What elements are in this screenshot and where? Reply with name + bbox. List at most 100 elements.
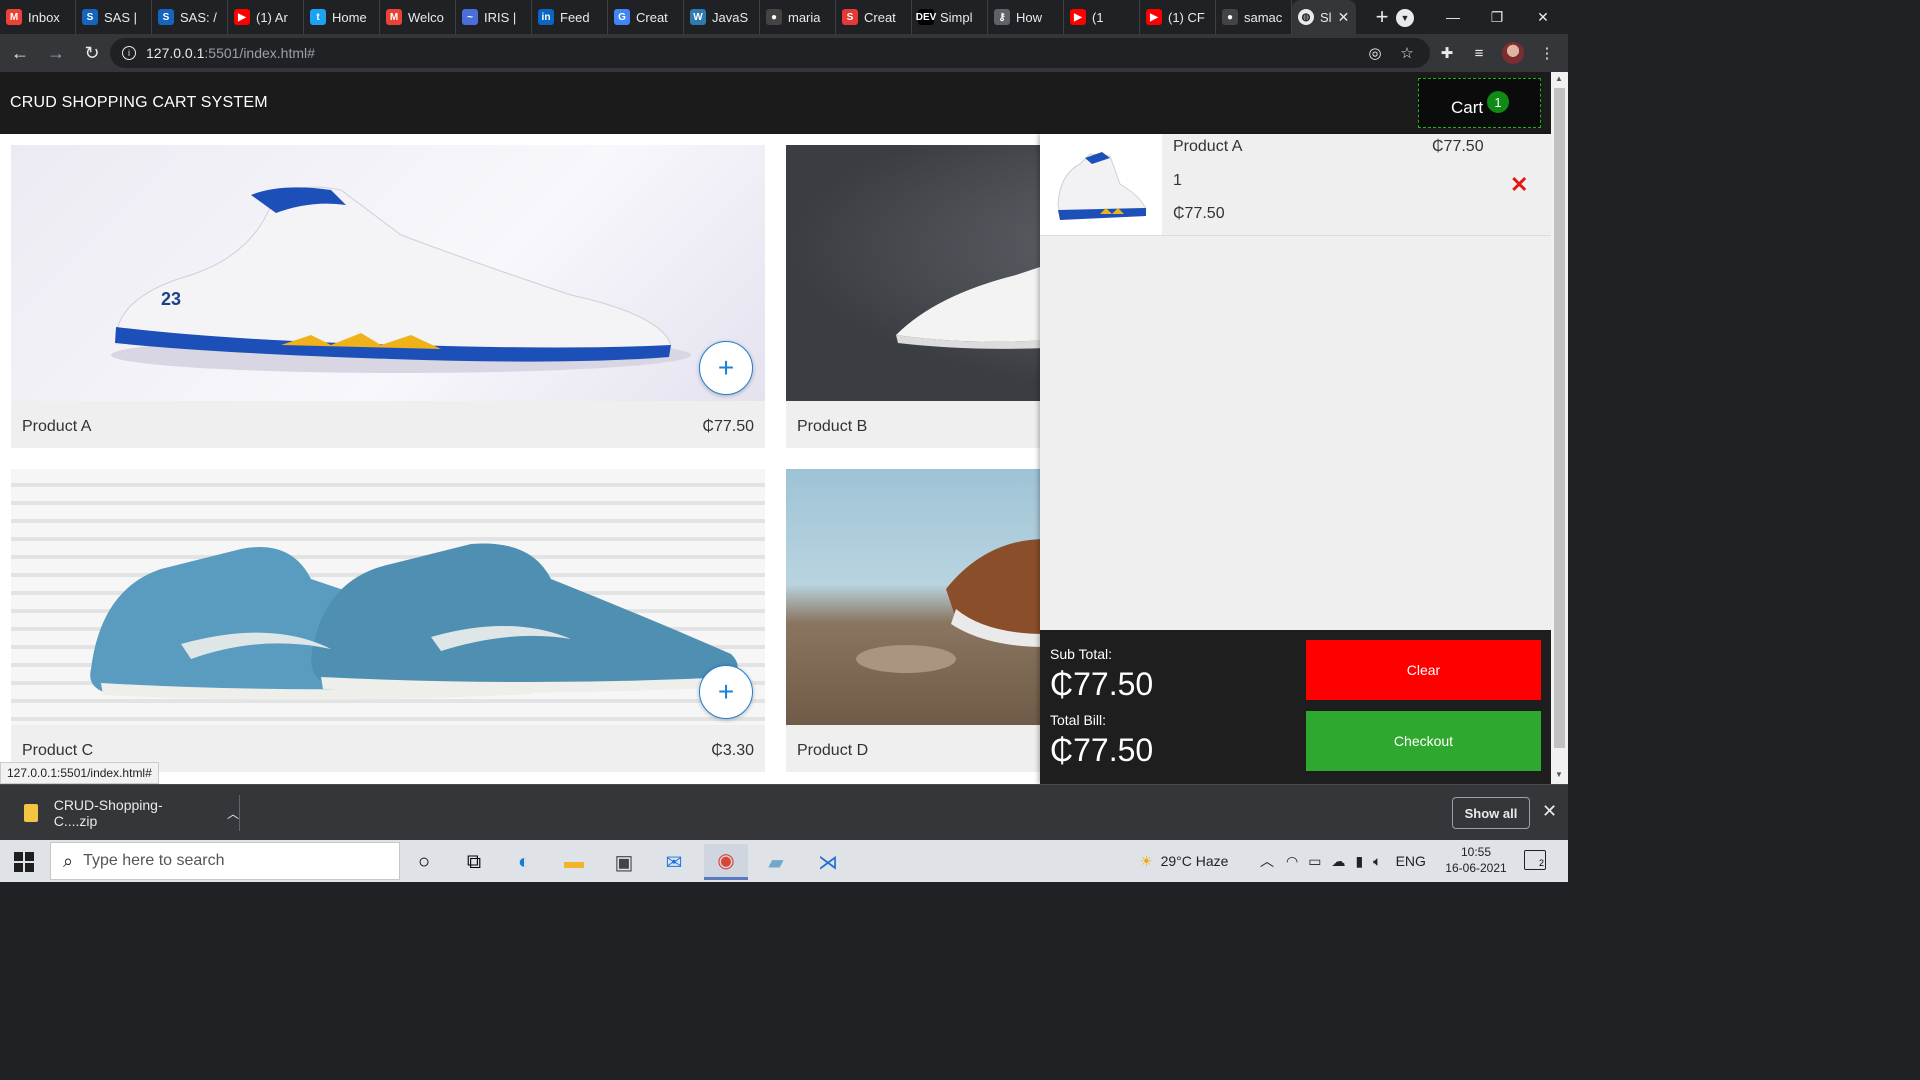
key-icon: ⚷: [994, 9, 1010, 25]
cart-button[interactable]: Cart 1: [1418, 78, 1541, 128]
clear-cart-button[interactable]: Clear: [1306, 640, 1541, 700]
tab[interactable]: S Creat: [836, 0, 912, 34]
task-view-icon[interactable]: ⧉: [452, 844, 496, 880]
onedrive-icon[interactable]: ☁: [1331, 853, 1345, 870]
cart-item-image: [1040, 134, 1162, 235]
tab[interactable]: in Feed: [532, 0, 608, 34]
subtotal-value: ₵77.50: [1050, 666, 1154, 702]
extensions-icon[interactable]: ✚: [1436, 42, 1458, 64]
tab-label: Creat: [864, 9, 896, 25]
scroll-up-icon[interactable]: ▲: [1555, 74, 1563, 83]
product-name: Product A: [22, 418, 92, 435]
scrollbar-thumb[interactable]: [1554, 88, 1565, 748]
twitter-icon: t: [310, 9, 326, 25]
cart-item-price: ₵77.50: [1432, 138, 1484, 155]
show-all-button[interactable]: Show all: [1452, 797, 1530, 829]
tab-active[interactable]: ◍ Sl ✕: [1292, 0, 1356, 34]
search-placeholder: Type here to search: [83, 852, 225, 869]
cart-item-line-total: ₵77.50: [1173, 205, 1225, 222]
clock-time: 10:55: [1460, 845, 1492, 859]
cart-item-quantity[interactable]: 1: [1173, 172, 1182, 190]
gmail-icon: M: [386, 9, 402, 25]
system-tray[interactable]: ︿ ◠ ▭ ☁ ▮ 🔈︎ ENG: [1260, 840, 1426, 882]
reload-icon[interactable]: ↻: [76, 37, 108, 69]
new-tab-button[interactable]: +: [1366, 0, 1398, 34]
windows-start-icon[interactable]: [14, 852, 34, 872]
cart-panel: Product A ₵77.50 1 ₵77.50 ✕ Sub Total: ₵…: [1040, 134, 1551, 784]
close-window-icon[interactable]: ✕: [1520, 0, 1566, 34]
weather-widget[interactable]: ☀ 29°C Haze: [1140, 840, 1228, 882]
store-icon[interactable]: ▣: [602, 844, 646, 880]
tab[interactable]: DEV Simpl: [912, 0, 988, 34]
tab[interactable]: ~ IRIS |: [456, 0, 532, 34]
github-icon: ●: [1222, 9, 1238, 25]
chevron-up-icon[interactable]: ︿: [1260, 851, 1274, 871]
tab[interactable]: ▶ (1) CF: [1140, 0, 1216, 34]
meet-now-icon[interactable]: ▭: [1308, 853, 1321, 870]
wifi-icon[interactable]: ◠: [1286, 853, 1298, 870]
tab[interactable]: S SAS: /: [152, 0, 228, 34]
mail-icon[interactable]: ✉: [652, 844, 696, 880]
search-icon: ⌕: [63, 850, 74, 871]
tab[interactable]: ⚷ How: [988, 0, 1064, 34]
notepad-icon[interactable]: ▰: [754, 844, 798, 880]
chevron-up-icon[interactable]: ︿: [227, 805, 239, 822]
tab-search-icon[interactable]: ▼: [1396, 9, 1414, 27]
scroll-down-icon[interactable]: ▼: [1555, 770, 1563, 779]
clock[interactable]: 10:55 16-06-2021: [1440, 844, 1512, 876]
info-icon[interactable]: i: [122, 46, 136, 60]
volume-icon[interactable]: 🔈︎: [1373, 853, 1381, 870]
tab[interactable]: ● samac: [1216, 0, 1292, 34]
tab[interactable]: ▶ (1) Ar: [228, 0, 304, 34]
add-to-cart-button[interactable]: +: [699, 665, 753, 719]
minimize-icon[interactable]: —: [1430, 0, 1476, 34]
close-shelf-icon[interactable]: ✕: [1542, 801, 1557, 822]
taskbar: ⌕ Type here to search ○ ⧉ ◐ ▬ ▣ ✉ ◉ ▰ ⋊ …: [0, 840, 1568, 882]
media-control-icon[interactable]: ≡: [1468, 42, 1490, 64]
profile-avatar[interactable]: [1502, 42, 1524, 64]
tab[interactable]: G Creat: [608, 0, 684, 34]
vscode-icon[interactable]: ⋊: [806, 844, 850, 880]
weather-text: 29°C Haze: [1160, 853, 1229, 869]
tab[interactable]: t Home: [304, 0, 380, 34]
subtotal-label: Sub Total:: [1050, 646, 1113, 662]
tab-label: IRIS |: [484, 9, 517, 25]
file-explorer-icon[interactable]: ▬: [552, 844, 596, 880]
tab[interactable]: W JavaS: [684, 0, 760, 34]
tab[interactable]: M Welco: [380, 0, 456, 34]
edge-icon[interactable]: ◐: [502, 844, 546, 880]
product-image: [11, 469, 765, 725]
tab-list: M Inbox S SAS | S SAS: / ▶ (1) Ar t Home M Welco ~ IR…: [0, 0, 1292, 34]
remove-item-icon[interactable]: ✕: [1510, 172, 1528, 198]
forward-icon[interactable]: →: [40, 37, 72, 69]
taskbar-search[interactable]: ⌕ Type here to search: [50, 842, 400, 880]
back-icon[interactable]: ←: [4, 37, 36, 69]
tab-label: (1: [1092, 9, 1104, 25]
weather-icon: ☀: [1140, 852, 1153, 869]
tab[interactable]: ● maria: [760, 0, 836, 34]
add-to-cart-button[interactable]: +: [699, 341, 753, 395]
language-indicator[interactable]: ENG: [1396, 853, 1426, 869]
gmail-icon: M: [6, 9, 22, 25]
clock-date: 16-06-2021: [1445, 861, 1507, 875]
menu-icon[interactable]: ⋮: [1536, 42, 1558, 64]
tab[interactable]: M Inbox: [0, 0, 76, 34]
close-tab-icon[interactable]: ✕: [1338, 9, 1350, 26]
cart-summary: Sub Total: ₵77.50 Total Bill: ₵77.50 Cle…: [1040, 630, 1551, 784]
notification-icon[interactable]: 2: [1524, 850, 1546, 870]
restore-icon[interactable]: ❐: [1474, 0, 1520, 34]
checkout-button[interactable]: Checkout: [1306, 711, 1541, 771]
address-bar[interactable]: i 127.0.0.1:5501/index.html#: [110, 38, 1430, 68]
download-item[interactable]: CRUD-Shopping-C....zip ︿: [14, 795, 240, 831]
tab-label: Creat: [636, 9, 668, 25]
tab[interactable]: ▶ (1: [1064, 0, 1140, 34]
star-icon[interactable]: ☆: [1396, 42, 1418, 64]
battery-icon[interactable]: ▮: [1355, 853, 1363, 870]
eye-off-icon[interactable]: ◎: [1364, 42, 1386, 64]
page-scrollbar[interactable]: ▲ ▼: [1551, 72, 1568, 784]
cortana-icon[interactable]: ○: [402, 844, 446, 880]
linkedin-icon: in: [538, 9, 554, 25]
tab[interactable]: S SAS |: [76, 0, 152, 34]
chrome-icon[interactable]: ◉: [704, 844, 748, 880]
product-price: ₵77.50: [702, 418, 754, 435]
